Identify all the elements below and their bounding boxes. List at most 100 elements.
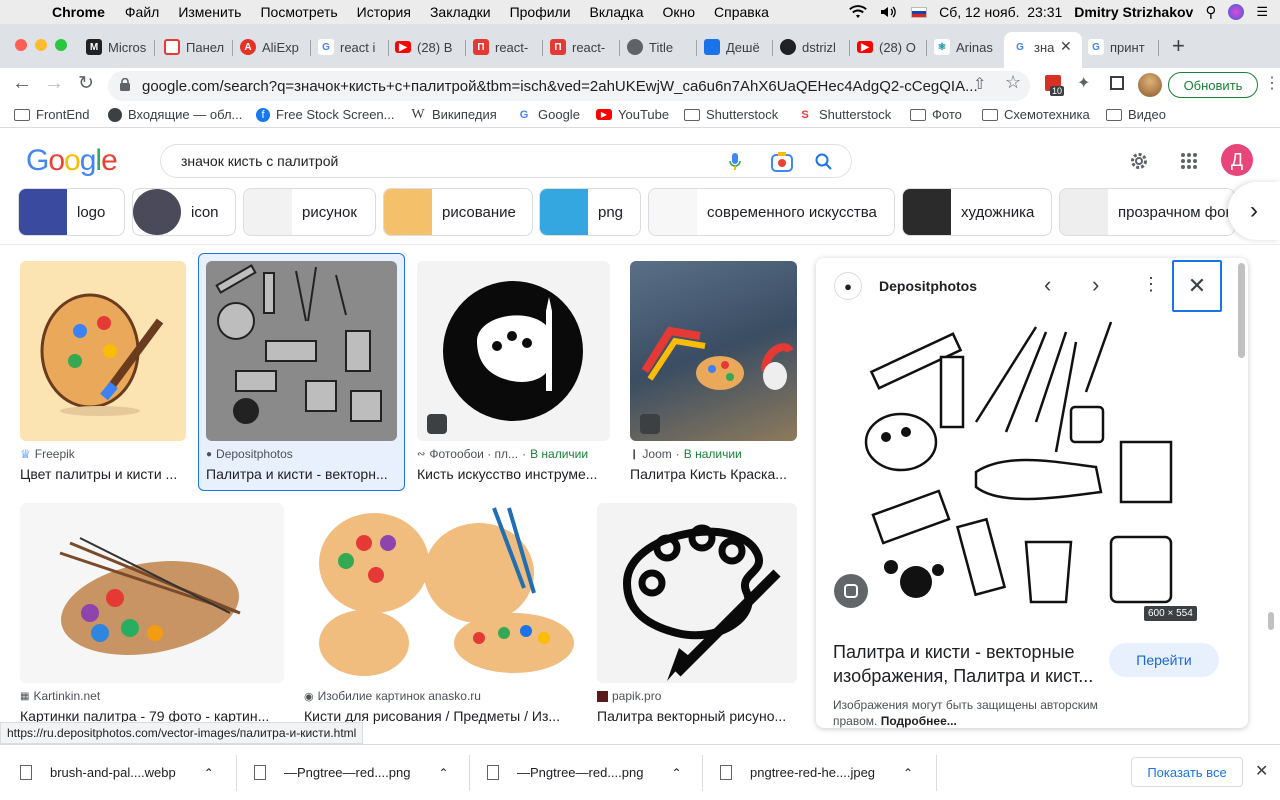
chevron-up-icon[interactable]: ⌃ (438, 766, 448, 780)
forward-icon[interactable]: → (44, 72, 64, 95)
menubar-user[interactable]: Dmitry Strizhakov (1074, 4, 1193, 20)
tab-10[interactable]: dstrizl (780, 34, 842, 60)
learn-more-link[interactable]: Подробнее... (881, 714, 957, 728)
maximize-window-button[interactable] (55, 39, 67, 51)
chevron-up-icon[interactable]: ⌃ (204, 766, 214, 780)
account-avatar[interactable]: Д (1221, 144, 1253, 176)
control-center-icon[interactable]: ☰ (1256, 4, 1268, 20)
chevron-up-icon[interactable]: ⌃ (671, 766, 681, 780)
menu-edit[interactable]: Изменить (178, 4, 241, 20)
close-window-button[interactable] (15, 39, 27, 51)
flag-ru-icon[interactable] (911, 6, 928, 18)
search-input[interactable]: значок кисть с палитрой (160, 144, 852, 178)
result-title-4[interactable]: Палитра Кисть Краска... (630, 466, 797, 482)
bookmark-frontend[interactable]: FrontEnd (14, 107, 89, 122)
reload-icon[interactable]: ↻ (78, 72, 94, 95)
close-tab-icon[interactable]: ✕ (1060, 38, 1072, 55)
tab-3[interactable]: A AliExp (240, 34, 304, 60)
panel-preview-image[interactable] (856, 312, 1194, 624)
download-item-4[interactable]: pngtree-red-he....jpeg ⌃ (720, 765, 913, 780)
chip-painting[interactable]: рисование (383, 188, 533, 236)
side-panel-icon[interactable] (1110, 76, 1124, 90)
menu-window[interactable]: Окно (663, 4, 696, 20)
result-source-5[interactable]: ▦ Kartinkin.net (20, 689, 100, 703)
result-source-1[interactable]: ♕ Freepik (20, 447, 75, 461)
page-scrollbar-thumb[interactable] (1238, 263, 1245, 358)
spotlight-icon[interactable]: ⚲ (1205, 3, 1216, 21)
menu-tab[interactable]: Вкладка (590, 4, 644, 20)
menu-profiles[interactable]: Профили (510, 4, 571, 20)
chip-drawing[interactable]: рисунок (243, 188, 376, 236)
show-all-downloads-button[interactable]: Показать все (1131, 757, 1243, 787)
tab-6[interactable]: Пreact- (473, 34, 535, 60)
menu-history[interactable]: История (357, 4, 411, 20)
result-image-1[interactable] (20, 261, 186, 441)
siri-icon[interactable] (1228, 4, 1245, 20)
lens-camera-icon[interactable] (771, 152, 793, 172)
result-image-4[interactable] (630, 261, 797, 441)
tab-14[interactable]: Gпринт (1088, 34, 1150, 60)
result-image-2[interactable] (206, 261, 397, 441)
tab-12[interactable]: ⚛ Arinas (934, 34, 996, 60)
wifi-icon[interactable] (849, 5, 867, 19)
download-item-3[interactable]: —Pngtree—red....png ⌃ (487, 765, 682, 780)
tab-5[interactable]: ▶ (28) B (395, 34, 457, 60)
chip-icon[interactable]: icon (132, 188, 236, 236)
bookmark-google[interactable]: G Google (516, 107, 580, 122)
back-icon[interactable]: ← (12, 72, 32, 95)
bookmark-youtube[interactable]: ▶ YouTube (596, 107, 669, 122)
settings-gear-icon[interactable] (1128, 150, 1150, 172)
result-image-6[interactable] (304, 503, 577, 683)
chip-logo[interactable]: logo (18, 188, 125, 236)
menu-app-name[interactable]: Chrome (52, 4, 105, 20)
next-image-button[interactable]: › (1092, 272, 1099, 298)
tab-2[interactable]: Панел (164, 34, 224, 60)
bookmark-free-stock[interactable]: f Free Stock Screen... (256, 107, 395, 122)
panel-more-icon[interactable]: ⋮ (1142, 274, 1160, 295)
volume-icon[interactable] (879, 5, 899, 19)
result-title-2[interactable]: Палитра и кисти - векторн... (206, 466, 392, 482)
download-item-1[interactable]: brush-and-pal....webp ⌃ (20, 765, 214, 780)
bookmark-wikipedia[interactable]: W Википедия (410, 107, 496, 123)
tab-7[interactable]: Пreact- (550, 34, 612, 60)
result-image-7[interactable] (597, 503, 797, 683)
bookmark-photo[interactable]: Фото (910, 107, 962, 122)
chip-png[interactable]: png (539, 188, 641, 236)
tab-8[interactable]: Title (627, 34, 693, 60)
bookmark-shutterstock-folder[interactable]: Shutterstock (684, 107, 778, 122)
result-source-4[interactable]: ❙ Joom · В наличии (630, 447, 742, 461)
panel-title[interactable]: Палитра и кисти - векторные изображения,… (833, 640, 1105, 688)
google-logo[interactable]: Google (26, 144, 118, 178)
window-scrollbar-thumb[interactable] (1268, 612, 1274, 630)
close-panel-button[interactable]: ✕ (1172, 260, 1222, 312)
tab-4[interactable]: Greact i (318, 34, 380, 60)
tab-11[interactable]: ▶ (28) O (857, 34, 919, 60)
update-button[interactable]: Обновить (1168, 72, 1258, 98)
result-image-5[interactable] (20, 503, 284, 683)
chip-transparent[interactable]: прозрачном фон (1059, 188, 1235, 236)
share-icon[interactable]: ⇧ (973, 74, 986, 94)
previous-image-button[interactable]: ‹ (1044, 272, 1051, 298)
tab-9[interactable]: Дешё (704, 34, 766, 60)
bookmark-inbox[interactable]: Входящие — обл... (108, 107, 242, 122)
bookmark-star-icon[interactable]: ☆ (1005, 72, 1021, 93)
new-tab-icon[interactable]: + (1172, 33, 1185, 59)
tab-1[interactable]: M Micros (86, 34, 148, 60)
bookmark-schematics[interactable]: Схемотехника (982, 107, 1090, 122)
result-title-3[interactable]: Кисть искусство инструме... (417, 466, 610, 482)
lens-search-button[interactable] (834, 574, 868, 608)
minimize-window-button[interactable] (35, 39, 47, 51)
search-icon[interactable] (815, 153, 833, 171)
chips-next-button[interactable]: › (1228, 182, 1280, 240)
result-title-7[interactable]: Палитра векторный рисуно... (597, 708, 797, 724)
bookmark-video[interactable]: Видео (1106, 107, 1166, 122)
chip-modern-art[interactable]: современного искусства (648, 188, 895, 236)
result-image-3[interactable] (417, 261, 610, 441)
close-download-shelf-icon[interactable]: ✕ (1255, 761, 1268, 781)
tab-13-active[interactable]: Gзна (1012, 34, 1056, 60)
chevron-up-icon[interactable]: ⌃ (903, 766, 913, 780)
result-source-7[interactable]: papik.pro (597, 689, 661, 703)
menu-bookmarks[interactable]: Закладки (430, 4, 491, 20)
profile-avatar[interactable] (1138, 73, 1162, 97)
menu-view[interactable]: Посмотреть (260, 4, 337, 20)
